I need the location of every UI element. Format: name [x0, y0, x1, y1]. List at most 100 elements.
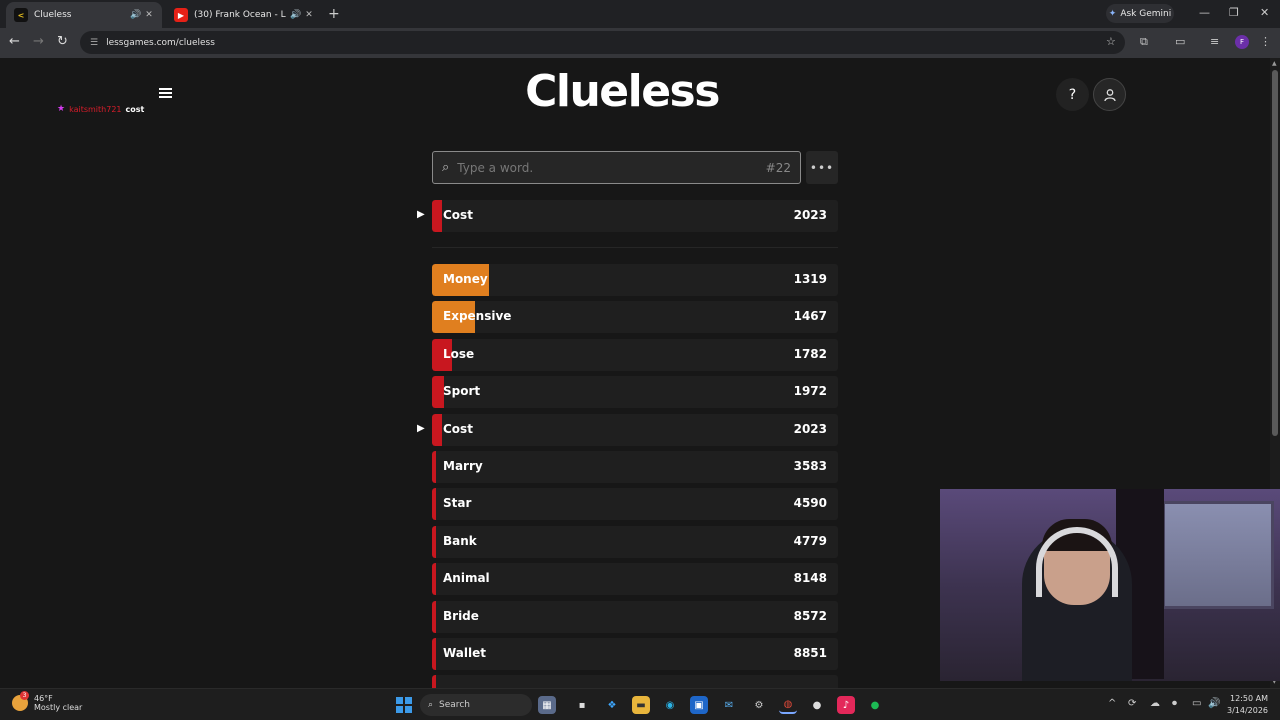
- bookmark-star-icon[interactable]: ☆: [1106, 35, 1116, 48]
- cast-icon[interactable]: ▭: [1175, 35, 1185, 48]
- guess-row[interactable]: Animal 8148: [432, 563, 838, 596]
- user-info: ★ kaitsmith721 cost: [57, 104, 144, 114]
- guess-rank: 1467: [793, 309, 827, 324]
- tab-close-icon[interactable]: ✕: [145, 10, 153, 20]
- ask-gemini-button[interactable]: ✦ Ask Gemini: [1106, 4, 1174, 23]
- guess-word: Wallet: [443, 646, 487, 660]
- word-search: ⌕ #22: [432, 151, 801, 184]
- extensions-icon[interactable]: ⧉: [1140, 35, 1148, 49]
- reload-icon[interactable]: ↻: [57, 34, 68, 49]
- guess-row[interactable]: Money 1319: [432, 264, 838, 296]
- guess-word: Animal: [443, 571, 490, 586]
- tray-volume-icon[interactable]: 🔊: [1208, 698, 1220, 709]
- guess-row[interactable]: Bank 4779: [432, 525, 838, 558]
- guess-rank: 8572: [793, 608, 827, 623]
- outlook-icon[interactable]: ✉: [720, 696, 738, 714]
- weather-badge: 3: [20, 691, 29, 700]
- browser-chrome: < Clueless 🔊 ✕ ▶ (30) Frank Ocean - Lost…: [0, 0, 1280, 58]
- guess-rank: 8148: [793, 571, 827, 586]
- divider: [432, 247, 838, 248]
- reading-list-icon[interactable]: ≡: [1210, 35, 1219, 48]
- menu-kebab-icon[interactable]: ⋮: [1260, 35, 1271, 48]
- star-icon: ★: [57, 104, 66, 114]
- minimize-icon[interactable]: —: [1199, 6, 1210, 19]
- guess-row[interactable]: Bride 8572: [432, 600, 838, 633]
- webcam-window: [1162, 501, 1274, 609]
- edge-icon[interactable]: ◉: [661, 696, 679, 714]
- guess-input[interactable]: [457, 160, 766, 175]
- guess-row[interactable]: Lose 1782: [432, 338, 838, 371]
- store-icon[interactable]: ▣: [690, 696, 708, 714]
- site-info-icon[interactable]: ☰: [90, 38, 98, 48]
- scroll-up-icon[interactable]: ▲: [1272, 60, 1277, 67]
- guess-row[interactable]: Sport 1972: [432, 376, 838, 409]
- tab-close-icon[interactable]: ✕: [305, 10, 313, 20]
- guess-row[interactable]: Star 4590: [432, 488, 838, 521]
- windows-start-icon[interactable]: [396, 697, 412, 713]
- guess-word: Bride: [443, 608, 479, 623]
- tray-cloud-icon[interactable]: ☁: [1150, 698, 1160, 709]
- hamburger-menu-icon[interactable]: [159, 88, 172, 98]
- forward-icon[interactable]: →: [33, 34, 44, 49]
- guess-word: Bank: [443, 533, 477, 548]
- tab-title: (30) Frank Ocean - Lost (Ga: [194, 10, 286, 20]
- tray-mic-icon[interactable]: ⏺: [1172, 698, 1177, 709]
- taskbar-clock[interactable]: 12:50 AM 3/14/2026: [1227, 693, 1268, 717]
- address-bar[interactable]: ☰ lessgames.com/clueless: [80, 31, 1125, 54]
- guess-proximity-bar: [432, 488, 436, 521]
- guess-word: Star: [443, 496, 472, 511]
- weather-desc: Mostly clear: [34, 703, 83, 712]
- widget-image-icon[interactable]: ▦: [538, 696, 556, 714]
- guess-row[interactable]: [432, 675, 838, 688]
- guess-rank: 1972: [793, 384, 827, 399]
- weather-widget[interactable]: 3 46°F Mostly clear: [12, 691, 83, 712]
- clock-time: 12:50 AM: [1230, 694, 1269, 703]
- guess-row[interactable]: Wallet 8851: [432, 638, 838, 670]
- tab-youtube[interactable]: ▶ (30) Frank Ocean - Lost (Ga 🔊 ✕: [166, 2, 320, 28]
- guess-proximity-bar: [432, 600, 436, 633]
- guess-proximity-bar: [432, 451, 436, 483]
- tray-display-icon[interactable]: ▭: [1192, 698, 1201, 709]
- window-close-icon[interactable]: ✕: [1260, 6, 1269, 19]
- spotify-icon[interactable]: ●: [866, 696, 884, 714]
- audio-icon[interactable]: 🔊: [290, 10, 301, 20]
- settings-gear-icon[interactable]: ⚙: [750, 696, 768, 714]
- back-icon[interactable]: ←: [9, 34, 20, 49]
- taskbar-search[interactable]: ⌕ Search: [420, 694, 532, 716]
- tray-chevron-icon[interactable]: ^: [1108, 698, 1116, 709]
- guess-rank: 1782: [793, 346, 827, 361]
- guess-row[interactable]: Expensive 1467: [432, 301, 838, 334]
- latest-guess-arrow-icon: ▶: [417, 209, 425, 220]
- guess-rank: 2023: [793, 421, 827, 436]
- task-view-icon[interactable]: ▪: [573, 696, 591, 714]
- new-tab-icon[interactable]: +: [328, 6, 340, 22]
- latest-guess-row[interactable]: Cost 2023: [432, 200, 838, 232]
- copilot-icon[interactable]: ❖: [603, 696, 621, 714]
- help-button[interactable]: ?: [1056, 78, 1089, 111]
- guess-word: Money: [443, 272, 488, 286]
- audio-icon[interactable]: 🔊: [130, 10, 141, 20]
- file-explorer-icon[interactable]: ▬: [632, 696, 650, 714]
- guess-word: Expensive: [443, 309, 512, 324]
- tab-strip: < Clueless 🔊 ✕ ▶ (30) Frank Ocean - Lost…: [0, 0, 1280, 28]
- obs-icon[interactable]: ●: [808, 696, 826, 714]
- scrollbar-thumb[interactable]: [1272, 70, 1278, 436]
- guess-row[interactable]: Cost 2023: [432, 413, 838, 446]
- guess-proximity-bar: [432, 638, 436, 670]
- guess-word: Sport: [443, 384, 481, 399]
- search-icon: ⌕: [428, 700, 434, 710]
- username[interactable]: kaitsmith721: [69, 105, 121, 114]
- guess-row[interactable]: Marry 3583: [432, 451, 838, 483]
- puzzle-number: #22: [765, 160, 791, 175]
- gemini-spark-icon: ✦: [1108, 8, 1117, 19]
- guess-proximity-bar: [432, 525, 436, 558]
- profile-avatar[interactable]: F: [1235, 35, 1249, 49]
- browser-toolbar: ← → ↻ ☰ lessgames.com/clueless ☆ ⧉ ▭ ≡ ⋮: [0, 28, 1280, 58]
- account-button[interactable]: [1093, 78, 1126, 111]
- tiktok-icon[interactable]: ♪: [837, 696, 855, 714]
- restore-icon[interactable]: ❐: [1229, 6, 1239, 19]
- tab-clueless[interactable]: < Clueless 🔊 ✕: [6, 2, 162, 28]
- more-options-button[interactable]: •••: [806, 151, 838, 184]
- chrome-icon[interactable]: ◍: [779, 696, 797, 714]
- tray-sync-icon[interactable]: ⟳: [1128, 698, 1136, 709]
